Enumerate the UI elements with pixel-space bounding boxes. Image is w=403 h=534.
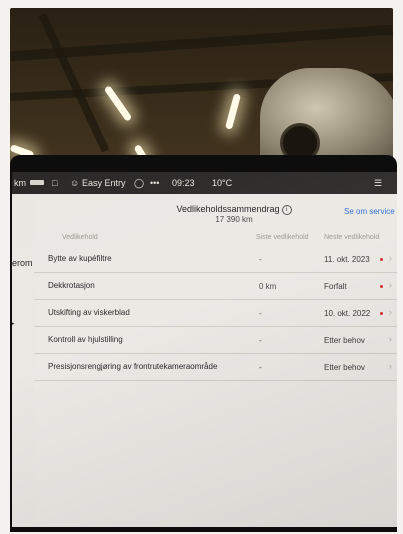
profile-name[interactable]: Easy Entry [82, 178, 126, 188]
battery-icon [30, 180, 44, 185]
car-on-lift [260, 68, 393, 168]
odometer: 17 390 km [215, 215, 253, 224]
ceiling-light [224, 93, 242, 130]
ceiling-beam [10, 24, 393, 62]
alert-dot-icon [380, 285, 383, 288]
sidebar: jerom ▸ [12, 194, 34, 527]
chevron-right-icon: › [389, 361, 392, 371]
alert-dot-icon [380, 312, 383, 315]
table-row[interactable]: Presisjonsrengjøring av frontrutekamerao… [34, 354, 397, 381]
row-name: Kontroll av hjulstilling [48, 335, 123, 344]
row-name: Dekkrotasjon [48, 281, 95, 290]
alert-dot-icon [380, 258, 383, 261]
maintenance-panel: Vedlikeholdssammendrag i 17 390 km Se om … [34, 194, 397, 527]
chevron-right-icon: › [389, 307, 392, 317]
row-next: Etter behov [324, 363, 365, 372]
chevron-right-icon: › [389, 280, 392, 290]
row-since: 0 km [259, 282, 277, 291]
person-icon: ☺ [70, 178, 80, 188]
row-next: 11. okt. 2023 [324, 255, 370, 264]
temperature: 10°C [212, 178, 233, 188]
menu-icon[interactable]: ☰ [374, 178, 382, 189]
page-title: Vedlikeholdssammendrag i [174, 204, 294, 215]
lock-icon[interactable]: □ [52, 178, 57, 188]
sidebar-label[interactable]: jerom [12, 258, 33, 268]
sidebar-arrow-icon[interactable]: ▸ [12, 318, 15, 329]
service-link[interactable]: Se om service [344, 207, 395, 216]
signal-icon: ••• [150, 178, 160, 188]
range-readout: km [14, 178, 26, 188]
vehicle-screen: km □ ☺ Easy Entry ◯ ••• 09:23 10°C ☰ jer… [12, 172, 397, 527]
row-since: - [259, 309, 262, 318]
table-row[interactable]: Dekkrotasjon 0 km Forfalt › [34, 273, 397, 300]
table-row[interactable]: Utskifting av viskerblad - 10. okt. 2022 › [34, 300, 397, 327]
ceiling-beam [38, 13, 110, 153]
table-row[interactable]: Bytte av kupéfiltre - 11. okt. 2023 › [34, 246, 397, 273]
bluetooth-icon: ◯ [134, 178, 145, 188]
chevron-right-icon: › [389, 253, 392, 263]
row-next: Etter behov [324, 336, 365, 345]
row-next: Forfalt [324, 282, 347, 291]
column-header-item: Vedlikehold [62, 234, 98, 241]
row-since: - [259, 255, 262, 264]
row-name: Presisjonsrengjøring av frontrutekamerao… [48, 362, 218, 371]
row-name: Utskifting av viskerblad [48, 308, 130, 317]
info-icon[interactable]: i [281, 204, 292, 215]
row-since: - [259, 363, 262, 372]
column-header-next: Neste vedlikehold [324, 234, 380, 241]
page-title-text: Vedlikeholdssammendrag [176, 204, 280, 214]
clock-time: 09:23 [172, 178, 195, 188]
row-next: 10. okt. 2022 [324, 309, 371, 318]
row-name: Bytte av kupéfiltre [48, 254, 112, 263]
table-row[interactable]: Kontroll av hjulstilling - Etter behov › [34, 327, 397, 354]
row-since: - [259, 336, 262, 345]
chevron-right-icon: › [389, 334, 392, 344]
status-bar: km □ ☺ Easy Entry ◯ ••• 09:23 10°C ☰ [12, 172, 397, 194]
column-header-since: Siste vedlikehold [256, 234, 309, 241]
